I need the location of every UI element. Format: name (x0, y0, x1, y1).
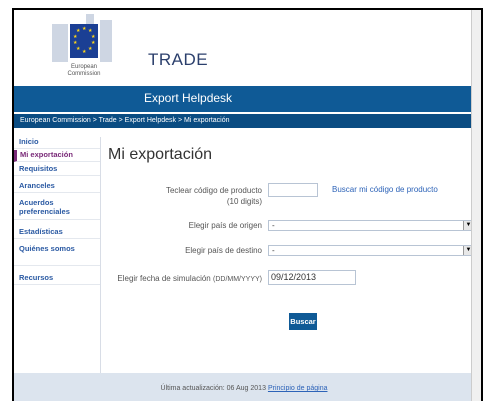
logo-caption-line1: European (70, 64, 98, 70)
footer-text: Última actualización: 06 Aug 2013 Princi… (14, 385, 474, 392)
breadcrumb[interactable]: European Commission > Trade > Export Hel… (14, 114, 474, 128)
find-code-link[interactable]: Buscar mi código de producto (332, 185, 438, 194)
header-bar: Export Helpdesk (14, 86, 474, 112)
sidebar-item-recursos[interactable]: Recursos (14, 273, 100, 285)
building-graphic (100, 20, 112, 62)
logo-caption-line2: Commission (67, 71, 101, 77)
eu-flag-icon: ★ ★ ★ ★ ★ ★ ★ ★ ★ ★ (70, 24, 98, 58)
building-graphic (86, 14, 94, 24)
building-graphic (52, 24, 68, 62)
sidebar-item-requisitos[interactable]: Requisitos (14, 164, 100, 176)
destination-label: Elegir país de destino (185, 246, 262, 255)
sim-date-label-group: Elegir fecha de simulación (DD/MM/YYYY) (114, 274, 262, 283)
destination-select[interactable]: - ▼ (268, 245, 474, 256)
sim-date-label: Elegir fecha de simulación (117, 274, 211, 283)
sidebar-item-quienes-somos[interactable]: Quiénes somos (14, 244, 100, 266)
browser-frame: ★ ★ ★ ★ ★ ★ ★ ★ ★ ★ European Commission … (12, 8, 483, 401)
sidebar-item-inicio[interactable]: Inicio (14, 137, 100, 149)
ec-logo[interactable]: ★ ★ ★ ★ ★ ★ ★ ★ ★ ★ European Commission (46, 12, 122, 84)
sim-date-format: (DD/MM/YYYY) (213, 276, 262, 283)
vertical-scrollbar[interactable] (471, 10, 481, 401)
back-to-top-link[interactable]: Principio de página (268, 385, 328, 392)
origin-select-value: - (272, 221, 275, 230)
sidebar-nav: Inicio Mi exportación Requisitos Arancel… (14, 137, 101, 401)
origin-label: Elegir país de origen (188, 221, 262, 230)
page-title: Mi exportación (108, 146, 213, 163)
destination-select-value: - (272, 246, 275, 255)
last-updated: Última actualización: 06 Aug 2013 (160, 385, 266, 392)
origin-select[interactable]: - ▼ (268, 220, 474, 231)
site-title[interactable]: TRADE (148, 50, 208, 70)
logo-caption: European Commission (46, 64, 122, 78)
sidebar-item-mi-exportacion[interactable]: Mi exportación (14, 150, 100, 162)
site-subtitle[interactable]: Export Helpdesk (144, 91, 232, 105)
product-code-label: Teclear código de producto (165, 186, 262, 195)
sidebar-item-acuerdos[interactable]: Acuerdos preferenciales (14, 198, 100, 220)
footer: Última actualización: 06 Aug 2013 Princi… (14, 373, 474, 401)
sidebar-item-aranceles[interactable]: Aranceles (14, 181, 100, 193)
product-code-hint: (10 digits) (226, 197, 262, 206)
site-header: ★ ★ ★ ★ ★ ★ ★ ★ ★ ★ European Commission … (14, 10, 474, 112)
product-code-input[interactable] (268, 183, 318, 197)
sidebar-item-estadisticas[interactable]: Estadísticas (14, 227, 100, 239)
search-button[interactable]: Buscar (289, 313, 317, 330)
sim-date-input[interactable]: 09/12/2013 (268, 270, 356, 285)
